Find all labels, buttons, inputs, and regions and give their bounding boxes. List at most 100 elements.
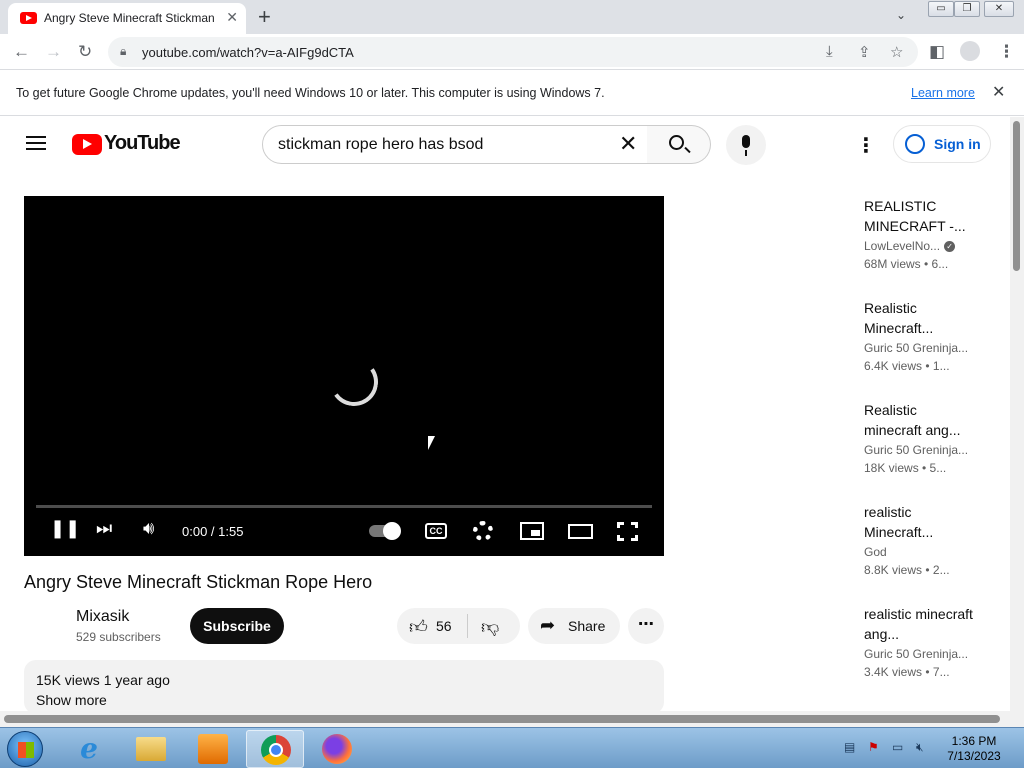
tab-title: Angry Steve Minecraft Stickman [44,11,215,25]
profile-avatar-icon[interactable] [960,41,980,61]
recommendation-channel[interactable]: LowLevelNo... [864,239,940,253]
firefox-taskbar-button[interactable] [308,730,366,768]
search-input[interactable]: stickman rope hero has bsod ✕ [262,125,648,164]
recommendation-item[interactable]: Realistic Minecraft... Guric 50 Greninja… [864,298,974,373]
file-explorer-taskbar-button[interactable] [122,730,180,768]
learn-more-link[interactable]: Learn more [911,86,975,100]
recommendation-channel[interactable]: Guric 50 Greninja... [864,647,974,661]
internet-explorer-icon: e [80,732,98,765]
recommendation-channel[interactable]: Guric 50 Greninja... [864,443,974,457]
scroll-thumb[interactable] [4,715,1000,723]
loading-spinner-icon [326,354,382,410]
media-player-taskbar-button[interactable] [184,730,242,768]
hamburger-menu-icon[interactable] [26,136,46,150]
forward-arrow-icon[interactable]: → [45,42,62,62]
recommendation-item[interactable]: REALISTIC MINECRAFT -... LowLevelNo... ✓ … [864,196,974,271]
search-icon [669,135,684,150]
horizontal-scrollbar[interactable] [0,711,1024,727]
account-icon [905,134,925,154]
more-actions-button[interactable]: ⋯ [628,608,664,644]
fullscreen-icon[interactable] [616,521,639,542]
bookmark-star-icon[interactable]: ☆ [890,43,903,61]
voice-search-button[interactable] [726,125,766,165]
recommendation-channel[interactable]: Guric 50 Greninja... [864,341,974,355]
side-panel-icon[interactable]: ◧ [929,42,945,62]
subscribe-button[interactable]: Subscribe [190,608,284,644]
progress-bar[interactable] [36,505,652,508]
like-count[interactable]: 56 [436,618,452,634]
recommendation-title[interactable]: Realistic minecraft ang... [864,400,974,440]
restore-button[interactable]: ❐ [954,1,980,17]
system-clock[interactable]: 1:36 PM 7/13/2023 [944,734,1004,764]
volume-muted-tray-icon[interactable]: 🔇︎ [916,740,932,756]
recommendation-title[interactable]: realistic Minecraft... [864,502,974,542]
share-button[interactable]: ➦ Share [528,608,620,644]
window-close-button[interactable]: ✕ [984,1,1014,17]
address-bar[interactable]: 🔒︎ youtube.com/watch?v=a-AIFg9dCTA ⤓ ⇪ ☆ [108,37,918,67]
scroll-thumb[interactable] [1013,121,1020,271]
verified-check-icon: ✓ [944,241,956,253]
chrome-icon [261,735,291,765]
recommendation-item[interactable]: realistic minecraft ang... Guric 50 Gren… [864,604,974,679]
volume-icon[interactable]: 🔊︎ [143,518,154,539]
start-button-icon[interactable] [7,731,43,767]
microphone-icon [742,135,750,148]
chrome-menu-icon[interactable]: ⋮ [998,42,1015,62]
url-text[interactable]: youtube.com/watch?v=a-AIFg9dCTA [142,45,354,60]
pause-icon[interactable]: ❚❚ [50,518,80,539]
recommendation-title[interactable]: REALISTIC MINECRAFT -... [864,196,974,236]
show-more-link[interactable]: Show more [36,692,107,708]
chrome-taskbar-button[interactable] [246,730,304,768]
miniplayer-icon[interactable] [520,522,544,540]
thumbs-down-icon[interactable]: 👎︎ [481,616,499,638]
settings-menu-icon[interactable]: ⋮ [856,133,876,158]
view-count-date: 15K views 1 year ago [36,672,170,688]
reload-icon[interactable]: ↻ [78,42,92,62]
windows-taskbar: e ▤ ⚑ ▭ 🔇︎ 1:36 PM 7/13/2023 [0,727,1024,768]
folder-icon [136,737,166,761]
vertical-scrollbar[interactable] [1010,117,1024,711]
recommendation-stats: 6.4K views • 1... [864,359,950,373]
sign-in-button[interactable]: Sign in [893,125,991,163]
next-icon[interactable]: ⏭︎ [96,518,112,539]
install-icon[interactable]: ⤓ [826,43,833,60]
network-tray-icon[interactable]: ▤ [844,740,860,756]
youtube-logo-icon[interactable] [72,134,102,155]
recommendation-item[interactable]: Realistic minecraft ang... Guric 50 Gren… [864,400,974,475]
display-tray-icon[interactable]: ▭ [892,740,908,756]
new-tab-button[interactable]: + [258,4,271,30]
firefox-icon [322,734,352,764]
recommendation-title[interactable]: realistic minecraft ang... [864,604,974,644]
internet-explorer-taskbar-button[interactable]: e [60,730,118,768]
action-center-tray-icon[interactable]: ⚑ [868,740,884,756]
infobar-close-button[interactable]: ✕ [992,82,1005,102]
clock-time: 1:36 PM [951,734,997,748]
share-page-icon[interactable]: ⇪ [858,43,871,61]
video-player[interactable]: ❚❚ ⏭︎ 🔊︎ 0:00 / 1:55 CC [24,196,664,556]
recommendation-channel[interactable]: God [864,545,974,559]
tab-search-button[interactable]: ⌄ [896,8,906,22]
browser-tab[interactable]: Angry Steve Minecraft Stickman ✕ [8,3,246,34]
recommendation-item[interactable]: realistic Minecraft... God 8.8K views • … [864,502,974,577]
infobar-message: To get future Google Chrome updates, you… [16,86,605,100]
channel-name[interactable]: Mixasik [76,608,129,626]
search-query[interactable]: stickman rope hero has bsod [278,136,483,154]
minimize-button[interactable]: ▭ [928,1,954,17]
captions-icon[interactable]: CC [425,523,447,539]
media-player-icon [198,734,228,764]
tab-close-button[interactable]: ✕ [226,9,238,26]
back-arrow-icon[interactable]: ← [13,42,30,62]
clear-search-icon[interactable]: ✕ [619,131,637,157]
theater-mode-icon[interactable] [568,524,593,539]
time-display: 0:00 / 1:55 [182,524,244,539]
gear-icon[interactable] [473,521,493,541]
update-infobar: To get future Google Chrome updates, you… [0,71,1024,116]
youtube-wordmark[interactable]: YouTube [104,132,181,155]
search-button[interactable] [647,125,711,164]
description-box[interactable]: 15K views 1 year ago Show more [24,660,664,714]
youtube-favicon-icon [20,12,37,24]
lock-icon[interactable]: 🔒︎ [120,44,126,59]
recommendation-title[interactable]: Realistic Minecraft... [864,298,974,338]
thumbs-up-icon[interactable]: 👍︎ [409,616,428,638]
autoplay-toggle[interactable] [369,522,401,540]
